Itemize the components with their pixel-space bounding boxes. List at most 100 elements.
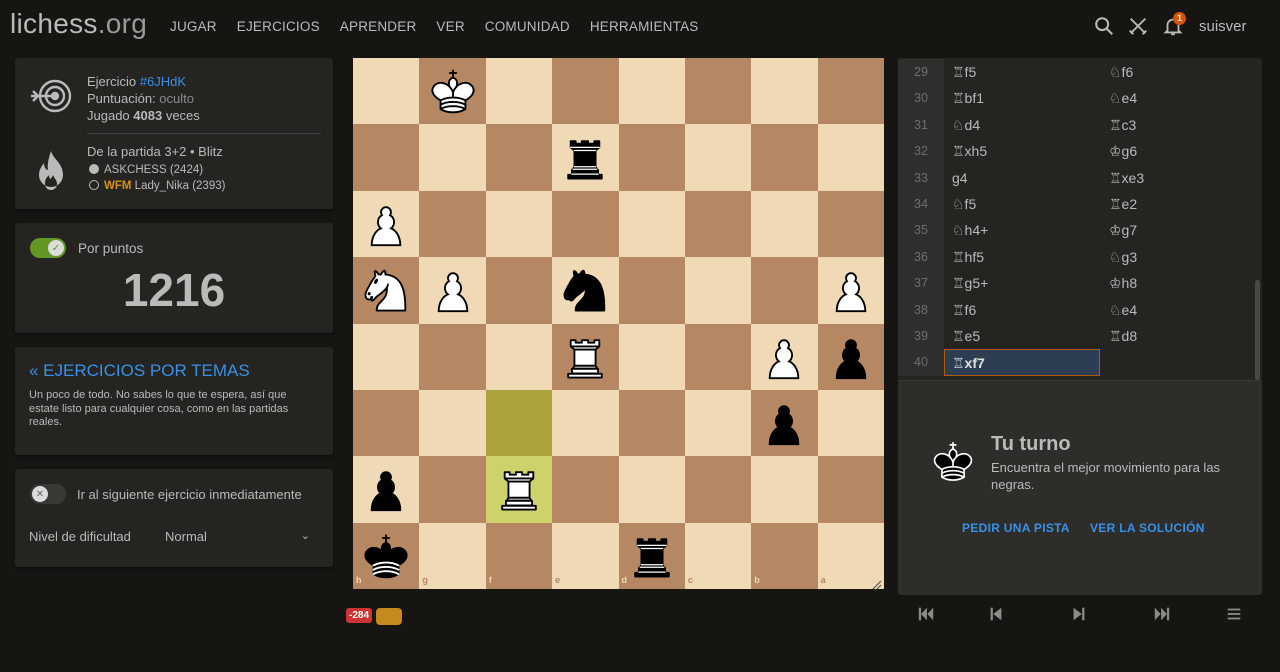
square-h5[interactable]	[353, 323, 420, 390]
square-c1[interactable]	[684, 58, 752, 125]
hint-button[interactable]: PEDIR UNA PISTA	[962, 521, 1070, 535]
view-solution-button[interactable]: VER LA SOLUCIÓN	[1090, 521, 1205, 535]
black-pawn-b6[interactable]	[751, 390, 817, 456]
square-d1[interactable]	[618, 58, 685, 125]
square-c2[interactable]	[684, 124, 752, 191]
nav-puzzles[interactable]: EJERCICIOS	[237, 19, 320, 34]
black-move[interactable]: ♘e4	[1109, 85, 1137, 111]
rated-toggle[interactable]: ✓	[30, 238, 66, 258]
square-f4[interactable]	[485, 257, 553, 324]
square-e6[interactable]	[552, 389, 619, 457]
square-c6[interactable]	[684, 389, 752, 457]
bell-icon[interactable]: 1	[1162, 12, 1186, 37]
move-list-scrollbar[interactable]	[1255, 280, 1260, 380]
square-b7[interactable]	[751, 456, 818, 523]
black-knight-e4[interactable]	[552, 257, 618, 323]
white-move[interactable]: ♖f6	[952, 297, 976, 323]
site-logo[interactable]: lichess.org	[10, 8, 147, 40]
white-rook-f7[interactable]	[486, 456, 552, 522]
black-move[interactable]: ♖d8	[1109, 323, 1137, 349]
square-d4[interactable]	[618, 257, 685, 324]
black-move[interactable]: ♔g6	[1109, 138, 1137, 164]
square-f8[interactable]	[485, 522, 553, 589]
next-move-icon[interactable]	[1070, 605, 1088, 623]
square-b3[interactable]	[751, 190, 818, 258]
nav-play[interactable]: JUGAR	[170, 19, 217, 34]
black-move[interactable]: ♔h8	[1109, 270, 1137, 296]
difficulty-select[interactable]: Normal ⌄	[165, 529, 310, 544]
square-g7[interactable]	[419, 456, 486, 523]
square-e7[interactable]	[552, 456, 619, 523]
white-move[interactable]: ♘d4	[952, 112, 980, 138]
square-g8[interactable]	[419, 522, 486, 589]
square-d6[interactable]	[618, 389, 685, 457]
white-move[interactable]: ♖e5	[952, 323, 980, 349]
square-c5[interactable]	[684, 323, 752, 390]
square-c3[interactable]	[684, 190, 752, 258]
square-h6[interactable]	[353, 389, 420, 457]
black-pawn-h7[interactable]	[353, 456, 419, 522]
search-icon[interactable]	[1093, 15, 1115, 37]
square-c4[interactable]	[684, 257, 752, 324]
square-e3[interactable]	[552, 190, 619, 258]
square-d2[interactable]	[618, 124, 685, 191]
black-move[interactable]: ♖c3	[1109, 112, 1136, 138]
black-move[interactable]: ♖xe3	[1109, 165, 1144, 191]
square-b2[interactable]	[751, 124, 818, 191]
last-move-icon[interactable]	[1153, 605, 1171, 623]
square-g5[interactable]	[419, 323, 486, 390]
white-pawn-a4[interactable]	[818, 257, 884, 323]
black-rook-e2[interactable]	[552, 124, 618, 190]
white-rook-e5[interactable]	[552, 324, 618, 390]
nav-watch[interactable]: VER	[436, 19, 464, 34]
square-f6[interactable]	[485, 389, 553, 457]
square-b4[interactable]	[751, 257, 818, 324]
square-g2[interactable]	[419, 124, 486, 191]
current-move[interactable]: ♖xf7	[944, 349, 1100, 377]
square-a7[interactable]	[817, 456, 884, 523]
nav-learn[interactable]: APRENDER	[340, 19, 417, 34]
white-pawn-b5[interactable]	[751, 324, 817, 390]
white-move[interactable]: ♖g5+	[952, 270, 988, 296]
black-move[interactable]: ♔g7	[1109, 217, 1137, 243]
white-pawn-h3[interactable]	[353, 191, 419, 257]
black-rook-d8[interactable]	[619, 523, 685, 589]
board-resize-handle[interactable]	[872, 577, 882, 590]
black-king-h8[interactable]	[353, 523, 419, 589]
white-move[interactable]: ♖xh5	[952, 138, 987, 164]
black-player[interactable]: WFM Lady_Nika (2393)	[89, 180, 225, 192]
black-pawn-a5[interactable]	[818, 324, 884, 390]
white-move[interactable]: ♘h4+	[952, 217, 988, 243]
square-h1[interactable]	[353, 58, 420, 125]
square-g6[interactable]	[419, 389, 486, 457]
user-menu[interactable]: suisver	[1199, 18, 1247, 35]
square-a6[interactable]	[817, 389, 884, 457]
previous-move-icon[interactable]	[987, 605, 1005, 623]
chess-board[interactable]: 12345678hgfedcba	[353, 58, 884, 590]
white-player[interactable]: ASKCHESS (2424)	[89, 164, 203, 176]
menu-icon[interactable]	[1225, 605, 1243, 623]
square-f2[interactable]	[485, 124, 553, 191]
square-d5[interactable]	[618, 323, 685, 390]
square-a2[interactable]	[817, 124, 884, 191]
square-b8[interactable]	[751, 522, 818, 589]
square-e1[interactable]	[552, 58, 619, 125]
square-a1[interactable]	[817, 58, 884, 125]
move-list[interactable]: 29 ♖f5 ♘f6 30 ♖bf1 ♘e4 31 ♘d4 ♖c3 32 ♖xh5 ♔g6 33 g4 ♖x…	[898, 58, 1262, 380]
white-pawn-g4[interactable]	[419, 257, 485, 323]
square-a3[interactable]	[817, 190, 884, 258]
black-move[interactable]: ♘e4	[1109, 297, 1137, 323]
white-move[interactable]: ♖hf5	[952, 244, 984, 270]
nav-tools[interactable]: HERRAMIENTAS	[590, 19, 699, 34]
puzzle-id-link[interactable]: #6JHdK	[140, 74, 186, 89]
square-h2[interactable]	[353, 124, 420, 191]
challenge-swords-icon[interactable]	[1127, 15, 1149, 37]
white-move[interactable]: ♖f5	[952, 59, 976, 85]
black-move[interactable]: ♖e2	[1109, 191, 1137, 217]
square-g3[interactable]	[419, 190, 486, 258]
square-f1[interactable]	[485, 58, 553, 125]
white-knight-h4[interactable]	[353, 257, 419, 323]
square-c7[interactable]	[684, 456, 752, 523]
square-c8[interactable]	[684, 522, 752, 589]
black-move[interactable]: ♘f6	[1109, 59, 1133, 85]
